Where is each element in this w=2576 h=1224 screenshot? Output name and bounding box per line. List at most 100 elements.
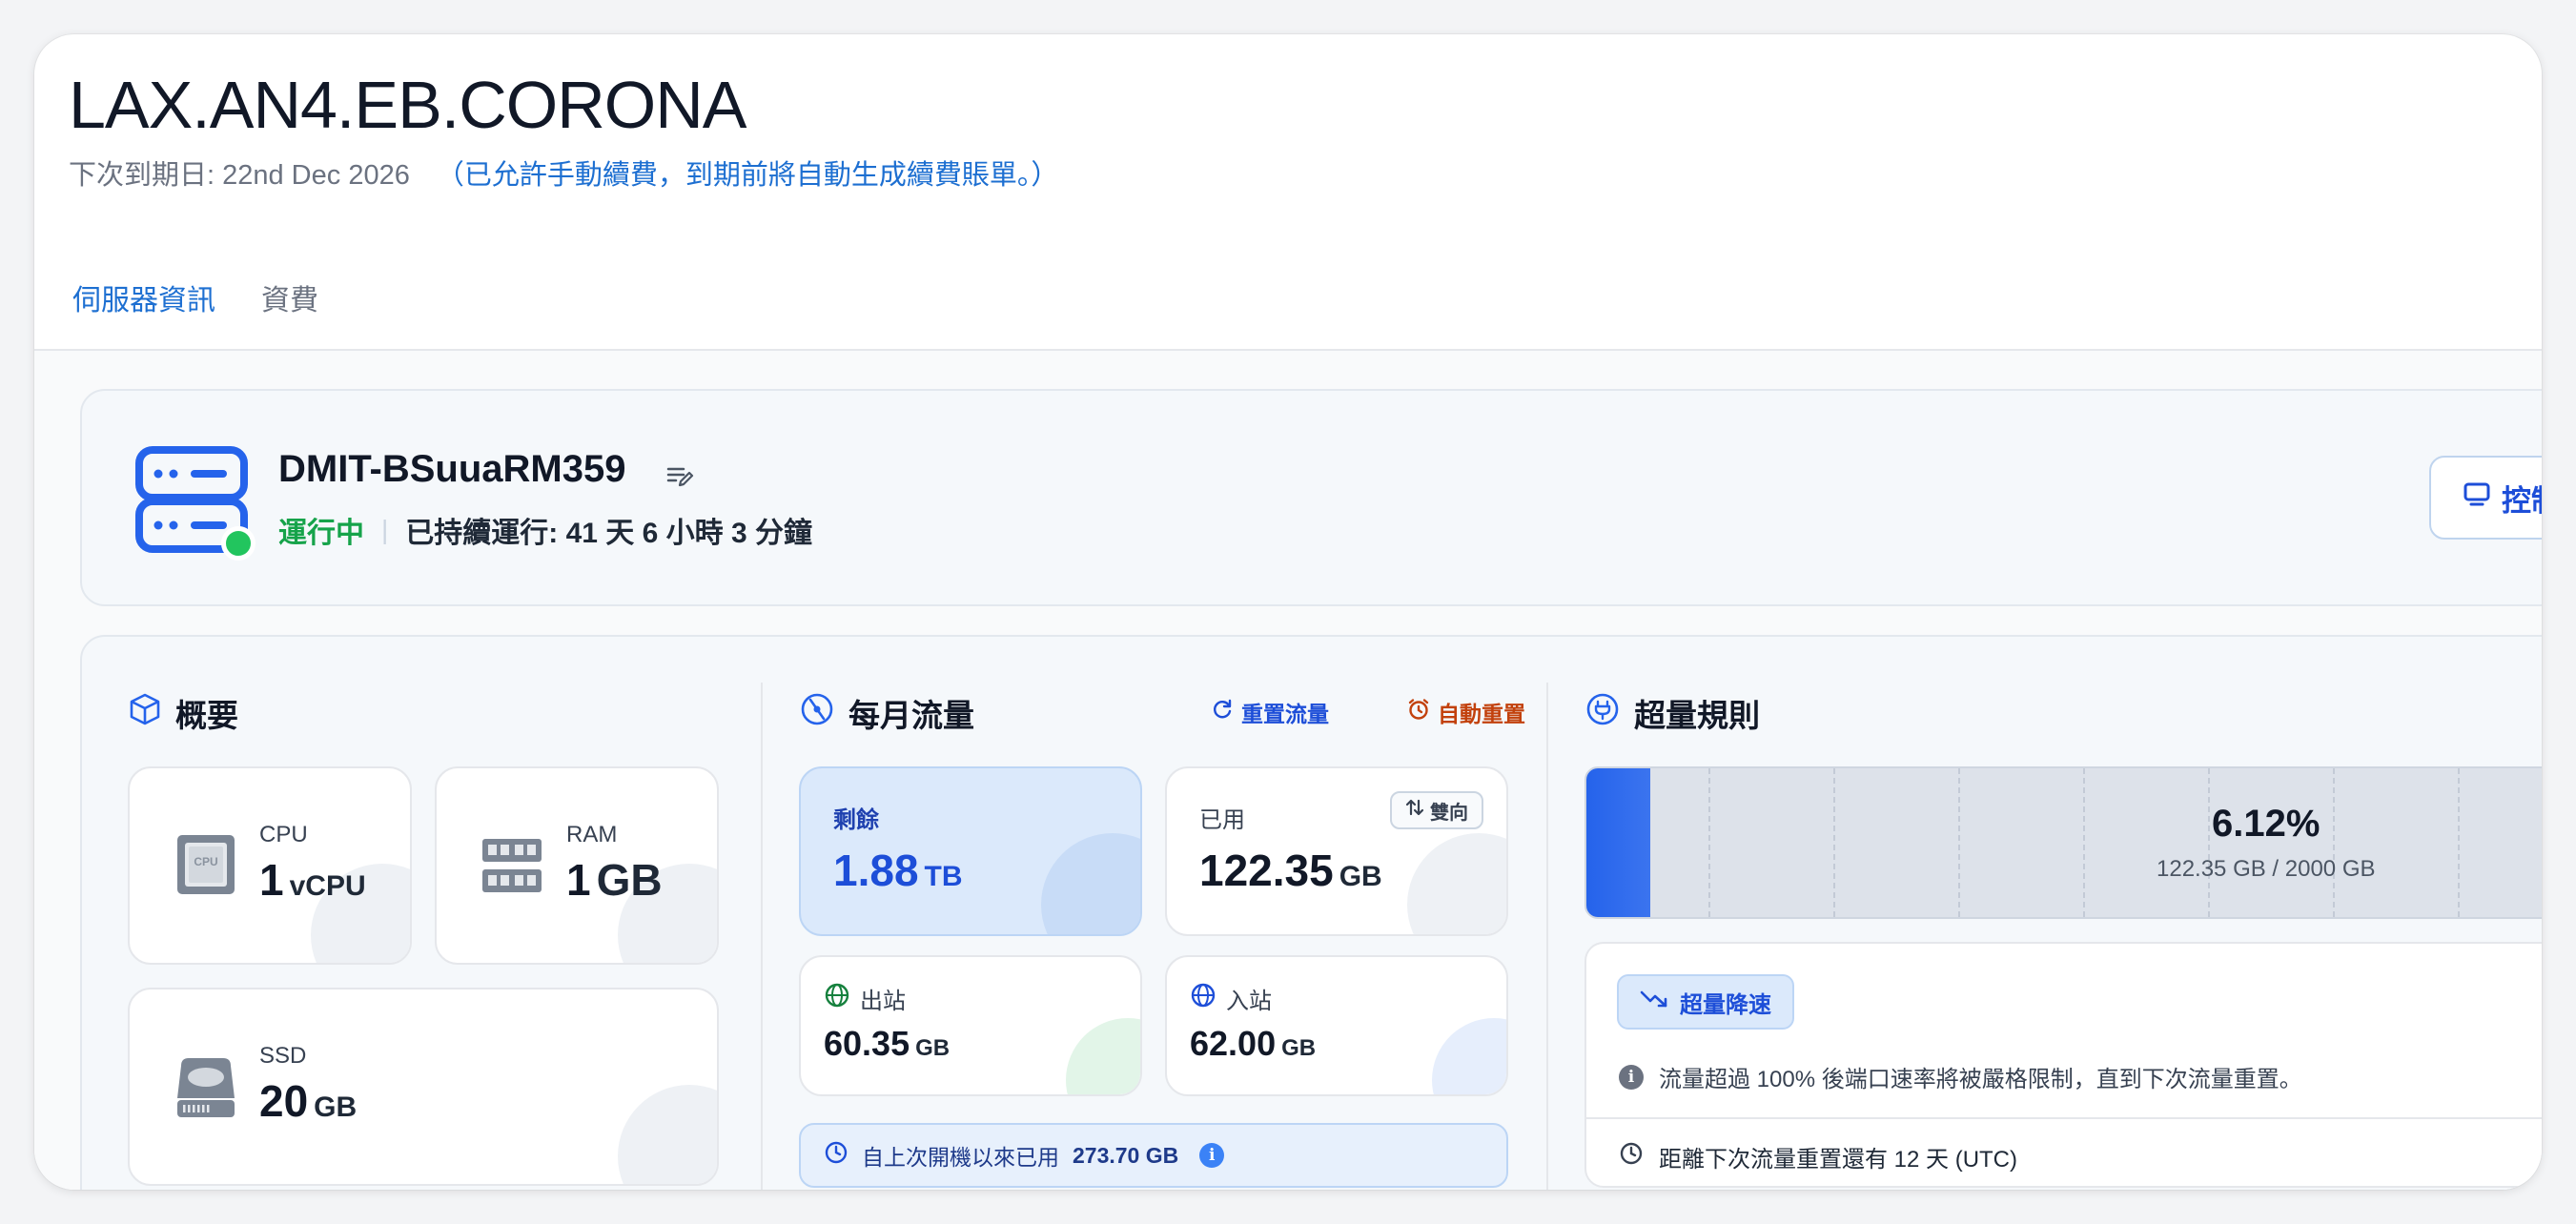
globe-inbound-icon — [1190, 982, 1216, 1015]
bar-gridline — [1958, 768, 1960, 917]
info-icon: i — [1619, 1064, 1644, 1090]
bar-gridline — [2208, 768, 2210, 917]
control-label: 控制 — [2502, 483, 2542, 518]
cube-icon — [128, 692, 162, 734]
trend-down-icon — [1640, 989, 1668, 1016]
bar-gridline — [1708, 768, 1710, 917]
used-tile: 已用 雙向 122.35 GB — [1165, 766, 1508, 936]
throttle-rule-badge: 超量降速 — [1617, 974, 1794, 1030]
reset-traffic-button[interactable]: 重置流量 — [1211, 696, 1329, 728]
remaining-unit: TB — [924, 861, 963, 892]
ssd-unit: GB — [314, 1091, 358, 1123]
ram-tile: RAM 1 GB — [435, 766, 719, 965]
cpu-tile: CPU CPU 1 vCPU — [128, 766, 412, 965]
renewal-note: （已允許手動續費，到期前將自動生成續費賬單。） — [436, 160, 1059, 191]
bar-gridline — [2458, 768, 2460, 917]
overview-header: 概要 — [128, 690, 238, 736]
ram-unit: GB — [596, 855, 663, 905]
edit-name-icon[interactable] — [665, 461, 694, 490]
overage-rule-card: 超量降速 i 流量超過 100% 後端口速率將被嚴格限制，直到下次流量重置。 距… — [1584, 942, 2542, 1188]
inbound-label: 入站 — [1226, 989, 1272, 1014]
tab-bar: 伺服器資訊 資費 — [34, 263, 2542, 356]
cpu-value: 1 vCPU — [259, 854, 366, 906]
used-unit: GB — [1339, 861, 1382, 892]
throttle-rule-label: 超量降速 — [1680, 991, 1771, 1018]
rule-description-row: i 流量超過 100% 後端口速率將被嚴格限制，直到下次流量重置。 — [1619, 1060, 2302, 1093]
main-content: DMIT-BSuuaRM359 運行中 | 已持續運行: 41 天 6 小時 3… — [34, 351, 2542, 1190]
traffic-title: 每月流量 — [848, 698, 974, 733]
uptime-text: 已持續運行: 41 天 6 小時 3 分鐘 — [405, 518, 813, 549]
usage-detail: 122.35 GB / 2000 GB — [2157, 856, 2376, 882]
ssd-amount: 20 — [259, 1076, 309, 1126]
usage-progress-fill — [1586, 768, 1651, 917]
used-value: 122.35 GB — [1199, 845, 1382, 896]
outbound-label-row: 出站 — [824, 982, 906, 1015]
cpu-count: 1 — [259, 855, 284, 905]
server-name: DMIT-BSuuaRM359 — [278, 448, 626, 490]
status-separator: | — [381, 515, 389, 544]
reset-traffic-label: 重置流量 — [1241, 702, 1329, 726]
inbound-unit: GB — [1281, 1035, 1317, 1061]
auto-reset-label: 自動重置 — [1438, 702, 1525, 726]
overage-title: 超量規則 — [1634, 698, 1760, 733]
remaining-tile: 剩餘 1.88 TB — [799, 766, 1142, 936]
disk-drive-icon — [175, 1056, 236, 1124]
bar-gridline — [2333, 768, 2335, 917]
ssd-tile: SSD 20 GB — [128, 988, 719, 1186]
tile-decoration — [1432, 1018, 1506, 1094]
usage-progress-bar: 6.12% 122.35 GB / 2000 GB — [1584, 766, 2542, 919]
ssd-value: 20 GB — [259, 1075, 357, 1127]
swap-arrows-icon — [1405, 799, 1424, 822]
cpu-chip-icon: CPU — [175, 833, 236, 901]
refresh-icon — [1211, 698, 1234, 726]
used-label: 已用 — [1199, 807, 1245, 833]
ram-stick-icon — [480, 835, 543, 903]
window-frame: LAX.AN4.EB.CORONA 下次到期日: 22nd Dec 2026 （… — [34, 34, 2542, 1190]
bar-gridline — [2083, 768, 2085, 917]
reset-countdown-row: 距離下次流量重置還有 12 天 (UTC) — [1619, 1140, 2017, 1173]
bar-gridline — [1833, 768, 1835, 917]
inbound-tile: 入站 62.00 GB — [1165, 955, 1508, 1096]
section-divider — [761, 683, 763, 1190]
tile-decoration — [1407, 833, 1506, 934]
since-boot-value: 273.70 GB — [1073, 1142, 1179, 1168]
tile-decoration — [1066, 1018, 1140, 1094]
ram-label: RAM — [566, 822, 618, 847]
traffic-header: 每月流量 — [799, 690, 974, 736]
ram-value: 1 GB — [566, 854, 663, 906]
inbound-amount: 62.00 — [1190, 1024, 1277, 1063]
used-amount: 122.35 — [1199, 846, 1334, 895]
usage-percent: 6.12% — [2212, 803, 2320, 845]
outbound-unit: GB — [915, 1035, 951, 1061]
cpu-chip-text: CPU — [194, 855, 218, 868]
tab-billing[interactable]: 資費 — [261, 276, 318, 353]
traffic-gauge-icon — [799, 691, 835, 735]
inbound-value: 62.00 GB — [1190, 1024, 1316, 1064]
due-date-row: 下次到期日: 22nd Dec 2026 （已允許手動續費，到期前將自動生成續費… — [69, 153, 1058, 193]
stats-panel: 概要 CPU CPU 1 vCPU RAM 1 GB SSD 20 GB 每月流… — [80, 635, 2542, 1190]
since-boot-note: 自上次開機以來已用 273.70 GB i — [799, 1123, 1508, 1188]
tab-server-info[interactable]: 伺服器資訊 — [72, 276, 215, 356]
status-row: 運行中 | 已持續運行: 41 天 6 小時 3 分鐘 — [278, 509, 812, 551]
outbound-amount: 60.35 — [824, 1024, 910, 1063]
tile-decoration — [1041, 833, 1140, 934]
monitor-icon — [2464, 480, 2490, 515]
server-card: DMIT-BSuuaRM359 運行中 | 已持續運行: 41 天 6 小時 3… — [80, 389, 2542, 606]
clock-icon — [1619, 1141, 1644, 1173]
remaining-value: 1.88 TB — [833, 845, 963, 896]
overage-header: 超量規則 — [1584, 690, 1760, 736]
bidirectional-badge[interactable]: 雙向 — [1390, 791, 1483, 829]
remaining-label: 剩餘 — [833, 807, 879, 833]
plug-icon — [1584, 691, 1621, 735]
info-icon[interactable]: i — [1199, 1143, 1225, 1168]
remaining-amount: 1.88 — [833, 846, 919, 895]
bidirectional-label: 雙向 — [1430, 802, 1468, 824]
outbound-tile: 出站 60.35 GB — [799, 955, 1142, 1096]
clock-icon — [824, 1140, 848, 1171]
auto-reset-button[interactable]: 自動重置 — [1407, 696, 1525, 728]
control-button[interactable]: 控制 — [2429, 456, 2542, 540]
tile-decoration — [618, 1085, 717, 1184]
ssd-label: SSD — [259, 1043, 307, 1069]
inbound-label-row: 入站 — [1190, 982, 1272, 1015]
status-text: 運行中 — [278, 518, 364, 549]
